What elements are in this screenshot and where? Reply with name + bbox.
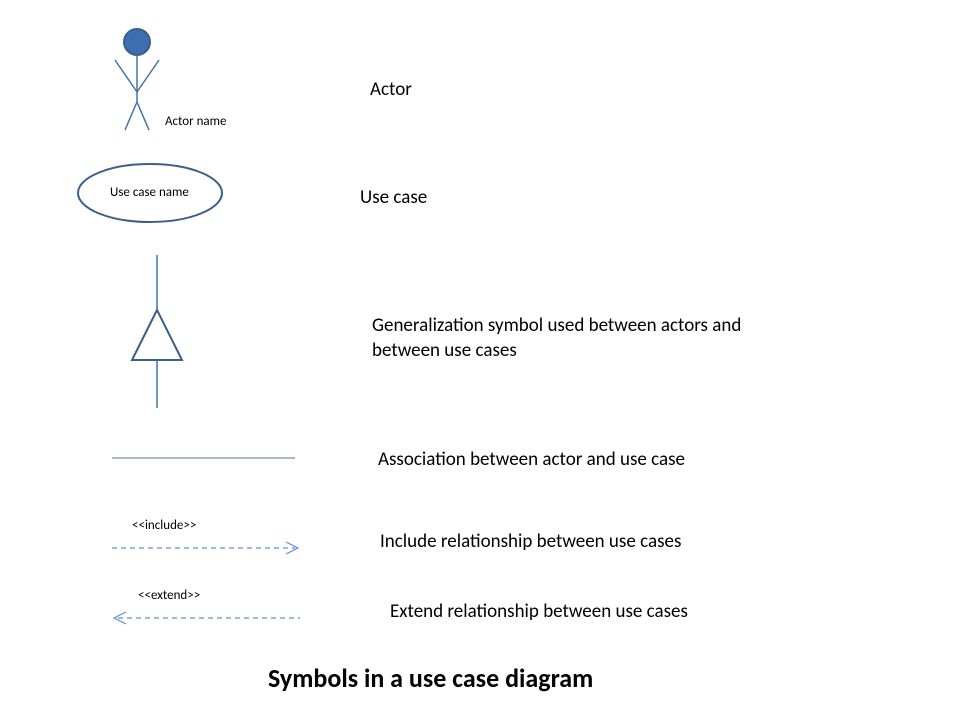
extend-arrow-icon [110, 608, 310, 628]
include-caption: <<include>> [132, 518, 196, 533]
generalization-arrow-icon [120, 250, 200, 410]
association-description: Association between actor and use case [378, 448, 685, 473]
generalization-description: Generalization symbol used between actor… [372, 314, 802, 363]
actor-symbol: Actor name [100, 22, 260, 142]
extend-description: Extend relationship between use cases [390, 600, 688, 625]
diagram-title: Symbols in a use case diagram [268, 662, 593, 694]
usecase-symbol: Use case name [70, 158, 250, 228]
usecase-description: Use case [360, 186, 427, 211]
association-symbol [110, 448, 300, 468]
include-arrow-icon [110, 538, 310, 558]
actor-caption: Actor name [165, 114, 226, 129]
extend-symbol: <<extend>> [110, 588, 310, 628]
extend-caption: <<extend>> [138, 588, 200, 603]
generalization-symbol [120, 250, 200, 410]
association-line-icon [110, 448, 300, 468]
usecase-caption: Use case name [110, 185, 189, 200]
actor-description: Actor [370, 78, 412, 103]
include-symbol: <<include>> [110, 518, 310, 558]
include-description: Include relationship between use cases [380, 530, 681, 555]
